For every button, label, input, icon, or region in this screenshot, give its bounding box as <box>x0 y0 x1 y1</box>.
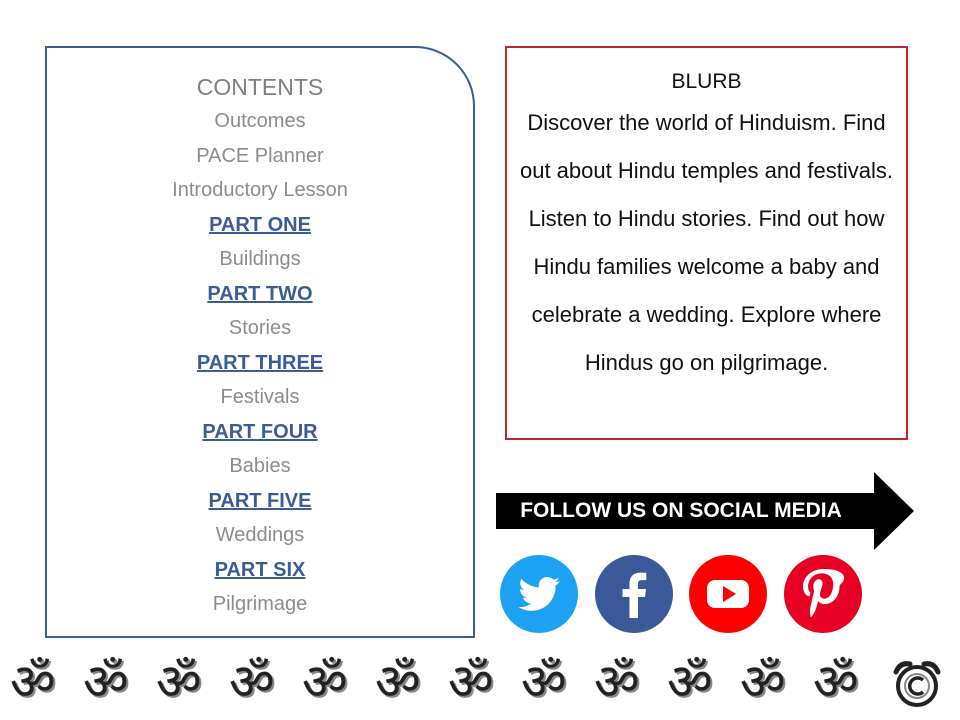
contents-item-outcomes: Outcomes <box>214 110 306 132</box>
twitter-link[interactable] <box>500 555 578 633</box>
follow-us-arrow: FOLLOW US ON SOCIAL MEDIA <box>496 472 914 550</box>
copyright-icon <box>893 661 941 707</box>
contents-item-pace-planner: PACE Planner <box>196 144 324 167</box>
pinterest-link[interactable] <box>784 555 862 633</box>
contents-item-buildings: Buildings <box>219 248 301 270</box>
part-four-link[interactable]: PART FOUR <box>202 415 317 450</box>
follow-us-label: FOLLOW US ON SOCIAL MEDIA <box>520 499 842 522</box>
om-symbol-icon: ॐ <box>740 653 786 711</box>
blurb-text: Discover the world of Hinduism. Find out… <box>519 110 893 375</box>
part-three-link[interactable]: PART THREE <box>197 346 323 381</box>
twitter-icon <box>500 555 578 633</box>
om-symbol-icon: ॐ <box>594 653 640 711</box>
contents-item-introductory-lesson: Introductory Lesson <box>172 179 348 201</box>
part-one-link[interactable]: PART ONE <box>209 208 311 243</box>
contents-list: CONTENTS Outcomes PACE Planner Introduct… <box>47 70 473 622</box>
om-symbol-icon: ॐ <box>521 653 567 711</box>
youtube-icon <box>689 555 767 633</box>
om-border: ॐ ॐ ॐ ॐ ॐ ॐ ॐ ॐ ॐ ॐ ॐ ॐ <box>10 650 950 714</box>
om-symbol-icon: ॐ <box>156 653 202 711</box>
om-symbol-icon: ॐ <box>375 653 421 711</box>
contents-heading: CONTENTS <box>196 74 324 100</box>
pinterest-icon <box>784 555 862 633</box>
blurb-panel: BLURB Discover the world of Hinduism. Fi… <box>505 46 908 440</box>
part-five-link[interactable]: PART FIVE <box>209 484 312 519</box>
social-icons <box>500 555 870 635</box>
contents-item-stories: Stories <box>228 317 292 339</box>
om-symbol-icon: ॐ <box>667 653 713 711</box>
om-symbol-icon: ॐ <box>448 653 494 711</box>
om-symbol-icon: ॐ <box>302 653 348 711</box>
contents-item-weddings: Weddings <box>215 524 305 546</box>
contents-panel: CONTENTS Outcomes PACE Planner Introduct… <box>45 46 475 638</box>
om-symbol-icon: ॐ <box>83 653 129 711</box>
blurb-title: BLURB <box>671 70 742 93</box>
om-symbol-icon: ॐ <box>229 653 275 711</box>
facebook-link[interactable] <box>595 555 673 633</box>
facebook-icon <box>595 555 673 633</box>
part-two-link[interactable]: PART TWO <box>207 277 312 312</box>
youtube-link[interactable] <box>689 555 767 633</box>
contents-item-babies: Babies <box>229 455 291 477</box>
contents-item-festivals: Festivals <box>220 386 300 408</box>
contents-item-pilgrimage: Pilgrimage <box>212 593 308 615</box>
om-symbol-icon: ॐ <box>10 653 56 711</box>
om-symbol-icon: ॐ <box>813 653 859 711</box>
part-six-link[interactable]: PART SIX <box>215 553 306 588</box>
